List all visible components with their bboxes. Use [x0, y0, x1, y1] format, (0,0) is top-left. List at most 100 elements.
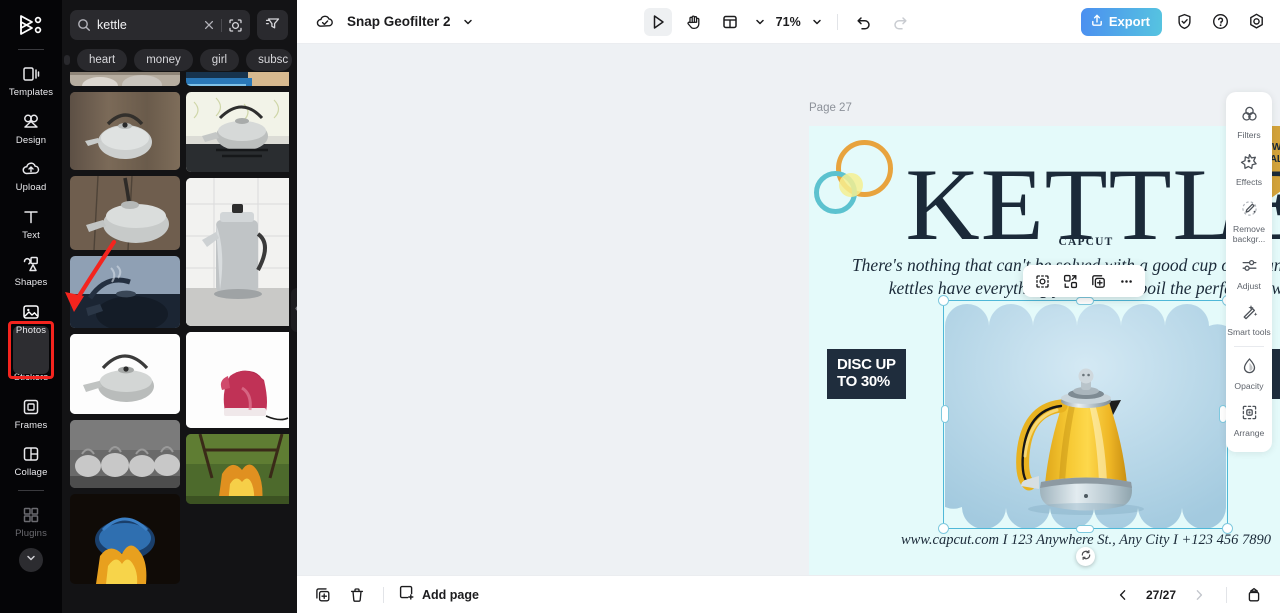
design-canvas: NEW ITEMS ALERT CAPCUT KETTLES There's n…: [809, 126, 1280, 575]
tag-chip[interactable]: girl: [199, 49, 240, 71]
tool-opacity[interactable]: Opacity: [1227, 350, 1271, 397]
photo-thumbnail[interactable]: [70, 420, 180, 488]
more-horizontal-icon[interactable]: [1114, 269, 1138, 293]
kettle-image[interactable]: [945, 304, 1226, 529]
share-up-icon: [1090, 13, 1104, 30]
tool-effects[interactable]: Effects: [1227, 146, 1271, 193]
chevron-down-icon[interactable]: [809, 8, 825, 36]
sidebar-item-collage[interactable]: Collage: [6, 436, 56, 484]
tool-label: Smart tools: [1227, 327, 1271, 338]
canvas-area[interactable]: Page 27 NEW ITEMS ALERT: [297, 44, 1280, 575]
tag-chip[interactable]: money: [134, 49, 193, 71]
chevron-down-icon[interactable]: [459, 8, 477, 36]
pages-panel-button[interactable]: [1242, 583, 1266, 607]
tool-label: Arrange: [1233, 428, 1265, 439]
search-input[interactable]: kettle: [70, 10, 250, 40]
photo-thumbnail[interactable]: [70, 92, 180, 170]
tool-remove-background[interactable]: Remove backgr...: [1227, 193, 1271, 250]
sidebar-item-shapes[interactable]: Shapes: [6, 246, 56, 294]
templates-icon: [20, 63, 42, 85]
tool-filters[interactable]: Filters: [1227, 99, 1271, 146]
page-label: Page 27: [809, 102, 852, 114]
duplicate-page-button[interactable]: [311, 583, 335, 607]
resize-handle-bottom[interactable]: [1076, 525, 1094, 533]
photo-thumbnail[interactable]: [70, 334, 180, 414]
search-icon: [77, 18, 91, 32]
redo-button[interactable]: [886, 8, 914, 36]
prev-page-button[interactable]: [1111, 583, 1135, 607]
top-toolbar: Snap Geofilter 2 71% Export: [297, 0, 1280, 44]
tag-chip[interactable]: subsc: [246, 49, 293, 71]
image-search-icon[interactable]: [228, 18, 243, 33]
cloud-saved-icon[interactable]: [311, 8, 339, 36]
photo-thumbnail[interactable]: [186, 178, 289, 326]
settings-gear-icon[interactable]: [1242, 8, 1270, 36]
sidebar-item-design[interactable]: Design: [6, 104, 56, 152]
shapes-icon: [20, 253, 42, 275]
photo-column-left: [70, 72, 180, 613]
photo-thumbnail[interactable]: [186, 92, 289, 172]
tool-label: Adjust: [1237, 280, 1261, 291]
tool-adjust[interactable]: Adjust: [1227, 250, 1271, 297]
chevron-down-icon[interactable]: [752, 8, 768, 36]
rotate-handle[interactable]: [1076, 547, 1095, 566]
tag-chip-partial[interactable]: [64, 55, 70, 65]
tool-label: Remove backgr...: [1232, 223, 1266, 244]
select-tool-button[interactable]: [643, 7, 672, 36]
delete-page-button[interactable]: [345, 583, 369, 607]
resize-handle-top[interactable]: [1076, 297, 1094, 305]
help-circle-icon[interactable]: [1206, 8, 1234, 36]
close-icon[interactable]: [203, 19, 215, 31]
next-page-button[interactable]: [1187, 583, 1211, 607]
sidebar-item-frames[interactable]: Frames: [6, 389, 56, 437]
rail-divider: [18, 49, 44, 50]
resize-handle-tl[interactable]: [938, 295, 949, 306]
page-navigation: 27/27: [1111, 583, 1266, 607]
tool-label: Opacity: [1234, 381, 1264, 392]
layout-button[interactable]: [716, 8, 744, 36]
crop-mask-icon[interactable]: [1030, 269, 1054, 293]
tool-label: Effects: [1235, 176, 1263, 187]
photo-thumbnail[interactable]: [70, 72, 180, 86]
design-page[interactable]: NEW ITEMS ALERT CAPCUT KETTLES There's n…: [809, 126, 1280, 575]
resize-handle-bl[interactable]: [938, 523, 949, 534]
rotate-handle-icon: [1080, 548, 1092, 566]
zoom-level[interactable]: 71%: [776, 15, 801, 29]
resize-handle-left[interactable]: [941, 405, 949, 423]
sidebar-item-templates[interactable]: Templates: [6, 56, 56, 104]
sidebar-item-upload[interactable]: Upload: [6, 151, 56, 199]
tag-chip[interactable]: heart: [77, 49, 128, 71]
replace-image-icon[interactable]: [1058, 269, 1082, 293]
duplicate-icon[interactable]: [1086, 269, 1110, 293]
hand-pan-button[interactable]: [680, 8, 708, 36]
panel-divider: [1234, 346, 1264, 348]
filter-button[interactable]: [257, 10, 288, 40]
photo-thumbnail[interactable]: [70, 256, 180, 328]
tool-smart-tools[interactable]: Smart tools: [1227, 296, 1271, 343]
photo-thumbnail[interactable]: [186, 434, 289, 504]
shield-icon[interactable]: [1170, 8, 1198, 36]
text-icon: [20, 206, 42, 228]
tool-arrange[interactable]: Arrange: [1227, 397, 1271, 444]
resize-handle-br[interactable]: [1222, 523, 1233, 534]
sidebar-item-plugins[interactable]: Plugins: [6, 497, 56, 545]
add-page-button[interactable]: Add page: [398, 584, 479, 606]
image-tools-panel: Filters Effects Remove backgr... Adjust …: [1226, 92, 1272, 452]
photo-thumbnail[interactable]: [186, 332, 289, 428]
photo-thumbnail[interactable]: [186, 72, 289, 86]
undo-button[interactable]: [850, 8, 878, 36]
photo-column-right: [186, 72, 289, 613]
sidebar-item-text[interactable]: Text: [6, 199, 56, 247]
footer-contact: www.capcut.com I 123 Anywhere St., Any C…: [900, 532, 1272, 548]
photos-icon: [20, 301, 42, 323]
main-area: Snap Geofilter 2 71% Export Page 27 AL C…: [297, 0, 1280, 613]
expand-rail-button[interactable]: [19, 548, 43, 572]
sidebar-label: Photos: [15, 324, 47, 336]
photo-thumbnail[interactable]: [70, 176, 180, 250]
collapse-panel-handle[interactable]: [291, 288, 297, 332]
document-name[interactable]: Snap Geofilter 2: [347, 14, 451, 29]
export-button[interactable]: Export: [1080, 7, 1163, 36]
photo-thumbnail[interactable]: [70, 494, 180, 584]
capcut-logo[interactable]: [11, 8, 51, 42]
design-icon: [20, 111, 42, 133]
